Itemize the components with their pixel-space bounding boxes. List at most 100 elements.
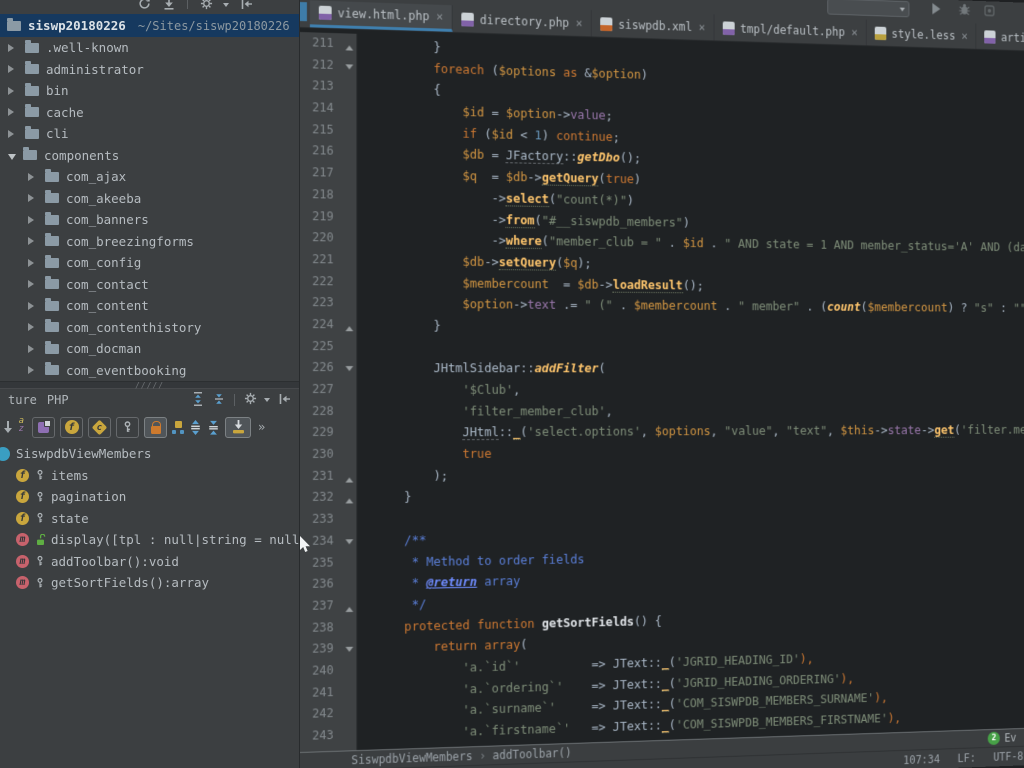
fold-down-icon[interactable] (342, 55, 358, 77)
breadcrumb-class[interactable]: SiswpdbViewMembers (351, 749, 472, 767)
line-number[interactable]: 211 (300, 32, 342, 55)
line-number[interactable]: 237 (300, 595, 342, 617)
expand-all-icon[interactable] (189, 420, 202, 435)
chevron-right-icon[interactable] (28, 345, 38, 353)
tab-view.html.php[interactable]: view.html.php× (310, 0, 453, 32)
line-number[interactable]: 233 (300, 509, 342, 531)
line-number[interactable]: 241 (300, 682, 342, 705)
code-line[interactable]: 225 (300, 336, 1024, 359)
project-tree-item[interactable]: administrator (0, 59, 299, 81)
line-number[interactable]: 238 (300, 617, 342, 640)
line-number[interactable]: 216 (300, 140, 342, 163)
line-number[interactable]: 232 (300, 487, 342, 509)
line-number[interactable]: 228 (300, 401, 342, 423)
tab-tmpl/default.php[interactable]: tmpl/default.php× (715, 14, 867, 45)
project-tree-item[interactable]: com_akeeba (0, 188, 299, 210)
fold-down-icon[interactable] (342, 530, 358, 552)
code-line[interactable]: 226 JHtmlSidebar::addFilter( (300, 357, 1024, 379)
project-tree-item[interactable]: cache (0, 102, 299, 124)
line-number[interactable]: 223 (300, 292, 342, 314)
structure-item[interactable]: fitems (0, 465, 299, 487)
run-config-select[interactable] (827, 0, 909, 17)
project-tree-item[interactable]: com_docman (0, 338, 299, 360)
breadcrumb-method[interactable]: addToolbar() (493, 746, 572, 762)
fold-down-icon[interactable] (342, 638, 358, 660)
sort-alphabetically-icon[interactable]: a z (5, 418, 25, 436)
line-number[interactable]: 217 (300, 162, 342, 184)
structure-item[interactable]: fstate (0, 508, 299, 530)
chevron-right-icon[interactable] (8, 130, 18, 138)
line-number[interactable]: 231 (300, 465, 342, 487)
chevron-right-icon[interactable] (8, 87, 18, 95)
project-tree-item[interactable]: .well-known (0, 37, 299, 59)
code-line[interactable]: 229 JHtml::_('select.options', $options,… (300, 420, 1024, 444)
settings-gear-icon[interactable] (244, 392, 270, 408)
caret-position[interactable]: 107:34 (903, 752, 940, 767)
line-number[interactable]: 236 (300, 573, 342, 595)
chevron-right-icon[interactable] (8, 65, 18, 73)
collapse-rows-icon[interactable] (213, 392, 225, 409)
project-tree-item[interactable]: com_banners (0, 209, 299, 231)
fold-up-icon[interactable] (342, 487, 358, 509)
structure-tab-php[interactable]: PHP (47, 393, 69, 407)
line-number[interactable]: 230 (300, 444, 342, 466)
code-line[interactable]: 227 '$Club', (300, 379, 1024, 401)
panel-splitter[interactable]: ///// (0, 381, 299, 389)
autoscroll-button[interactable] (225, 417, 251, 438)
close-icon[interactable]: × (699, 20, 706, 34)
show-private-button[interactable] (144, 417, 167, 438)
project-tree-item[interactable]: com_breezingforms (0, 231, 299, 253)
project-tree-item[interactable]: com_contact (0, 274, 299, 296)
close-icon[interactable]: × (851, 25, 857, 39)
line-number[interactable]: 215 (300, 119, 342, 142)
tab-siswpdb.xml[interactable]: siswpdb.xml× (592, 10, 714, 40)
tab-directory.php[interactable]: directory.php× (453, 5, 592, 36)
coverage-button[interactable] (983, 4, 995, 18)
line-number[interactable]: 222 (300, 271, 342, 293)
chevron-right-icon[interactable] (28, 323, 38, 331)
chevron-right-icon[interactable] (28, 216, 38, 224)
fold-up-icon[interactable] (342, 465, 358, 487)
show-constants-button[interactable]: c (88, 417, 111, 438)
expand-rows-icon[interactable] (192, 392, 204, 409)
structure-item[interactable]: fpagination (0, 486, 299, 508)
debug-button[interactable] (958, 2, 971, 17)
chevron-right-icon[interactable] (8, 44, 18, 52)
chevron-right-icon[interactable] (28, 173, 38, 181)
run-button[interactable] (932, 3, 945, 15)
line-number[interactable]: 239 (300, 638, 342, 661)
line-number[interactable]: 226 (300, 357, 342, 379)
project-tree-item[interactable]: cli (0, 123, 299, 145)
more-actions-chevron[interactable]: » (258, 420, 265, 434)
show-properties-button[interactable] (116, 417, 139, 438)
line-number[interactable]: 229 (300, 422, 342, 444)
project-tree-item[interactable]: com_config (0, 252, 299, 274)
line-number[interactable]: 243 (300, 725, 342, 748)
line-number[interactable]: 221 (300, 249, 342, 271)
chevron-right-icon[interactable] (28, 280, 38, 288)
project-root-row[interactable]: siswp20180226 ~/Sites/siswp20180226 (0, 14, 299, 37)
line-separator-indicator[interactable]: LF: (958, 751, 976, 765)
show-fields-button[interactable]: f (60, 417, 83, 438)
chevron-right-icon[interactable] (28, 366, 38, 374)
close-icon[interactable]: × (962, 29, 968, 42)
line-number[interactable]: 218 (300, 184, 342, 206)
fold-up-icon[interactable] (342, 33, 358, 55)
sync-icon[interactable] (138, 0, 151, 14)
fold-down-icon[interactable] (342, 357, 358, 379)
line-number[interactable]: 219 (300, 206, 342, 228)
tab-style.less[interactable]: style.less× (867, 20, 977, 49)
line-number[interactable]: 224 (300, 314, 342, 336)
fold-up-icon[interactable] (342, 314, 358, 336)
chevron-right-icon[interactable] (28, 259, 38, 267)
line-number[interactable]: 214 (300, 97, 342, 120)
show-inherited-button[interactable] (32, 417, 55, 438)
chevron-right-icon[interactable] (28, 302, 38, 310)
file-encoding[interactable]: UTF-8 (993, 749, 1023, 763)
hide-panel-icon[interactable] (241, 0, 253, 14)
scroll-to-source-icon[interactable] (163, 0, 175, 14)
fold-up-icon[interactable] (342, 595, 358, 617)
chevron-down-icon[interactable] (8, 154, 16, 160)
project-tree-item[interactable]: com_content (0, 295, 299, 317)
line-number[interactable]: 225 (300, 336, 342, 358)
